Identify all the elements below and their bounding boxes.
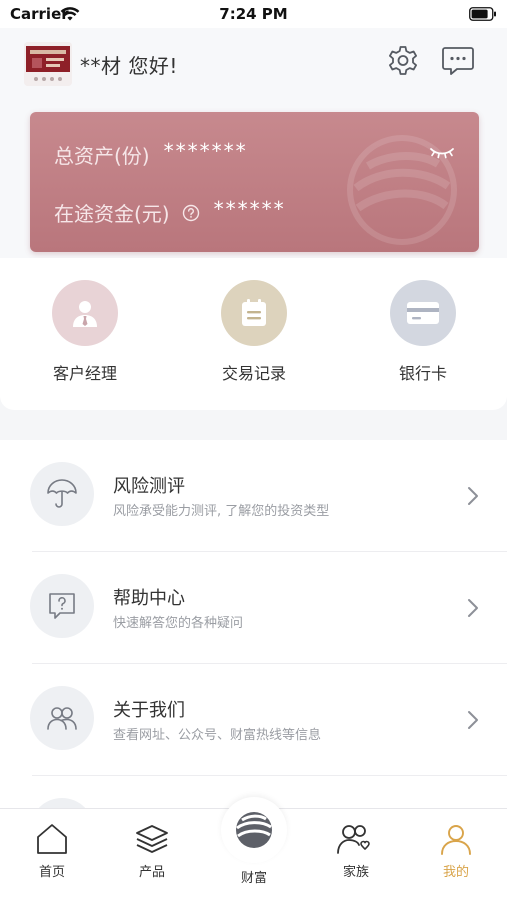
avatar[interactable] (24, 42, 72, 86)
bank-card-icon (390, 280, 456, 346)
in-transit-value: ****** (213, 196, 286, 221)
quick-action-label: 银行卡 (398, 364, 447, 383)
menu-subtitle: 快速解答您的各种疑问 (113, 616, 244, 631)
tab-bar: 首页 产品 财富 家族 我的 (0, 797, 507, 900)
menu-item-risk-assessment[interactable]: 风险测评 风险承受能力测评, 了解您的投资类型 (0, 440, 507, 552)
wealth-globe-icon (236, 812, 272, 848)
menu-title: 帮助中心 (113, 588, 185, 609)
settings-menu: 风险测评 风险承受能力测评, 了解您的投资类型 帮助中心 快速解答您的各种疑问 (0, 440, 507, 808)
tab-products[interactable]: 产品 (112, 823, 192, 880)
quick-actions: 客户经理 交易记录 银行卡 (0, 258, 507, 410)
calendar-icon (221, 280, 287, 346)
menu-item-help-center[interactable]: 帮助中心 快速解答您的各种疑问 (0, 552, 507, 664)
eye-closed-icon[interactable] (428, 144, 456, 160)
quick-action-transactions[interactable]: 交易记录 (194, 280, 314, 384)
quick-action-bank-card[interactable]: 银行卡 (363, 280, 483, 384)
chevron-right-icon (468, 599, 478, 617)
greeting-text: **材 您好! (80, 54, 178, 78)
clock: 7:24 PM (219, 5, 288, 23)
chevron-right-icon (468, 487, 478, 505)
tab-label: 我的 (442, 865, 469, 880)
account-manager-icon (52, 280, 118, 346)
tab-mine[interactable]: 我的 (416, 823, 496, 880)
menu-title: 风险测评 (113, 476, 185, 497)
asset-card[interactable]: 总资产(份) ******* 在途资金(元) ****** (30, 112, 479, 252)
message-icon[interactable] (441, 45, 475, 77)
layers-icon (136, 825, 168, 853)
status-bar: Carrier 7:24 PM (0, 0, 507, 28)
menu-subtitle: 风险承受能力测评, 了解您的投资类型 (113, 504, 330, 519)
tab-home[interactable]: 首页 (12, 823, 92, 880)
menu-title: 关于我们 (113, 700, 185, 721)
people-icon (30, 686, 94, 750)
quick-action-label: 客户经理 (52, 364, 117, 383)
family-icon (337, 825, 370, 854)
tab-family[interactable]: 家族 (316, 823, 396, 880)
menu-item-icon (30, 798, 94, 808)
menu-subtitle: 查看网址、公众号、财富热线等信息 (113, 728, 322, 743)
quick-action-account-manager[interactable]: 客户经理 (25, 280, 145, 384)
user-icon (441, 825, 471, 855)
total-assets-row: 总资产(份) ******* (54, 138, 248, 169)
chevron-right-icon (468, 711, 478, 729)
battery-icon (469, 7, 496, 21)
quick-action-label: 交易记录 (221, 364, 286, 383)
total-assets-value: ******* (163, 138, 248, 163)
tab-label: 家族 (342, 865, 369, 880)
home-icon (37, 824, 67, 854)
umbrella-icon (30, 462, 94, 526)
total-assets-label: 总资产(份) (54, 144, 150, 168)
help-chat-icon (30, 574, 94, 638)
avatar-image (24, 42, 72, 86)
menu-item-about-us[interactable]: 关于我们 查看网址、公众号、财富热线等信息 (0, 664, 507, 776)
in-transit-label: 在途资金(元) (54, 202, 170, 226)
tab-wealth-button[interactable] (221, 797, 287, 863)
tab-label: 产品 (138, 865, 165, 880)
question-circle-icon[interactable] (182, 204, 200, 222)
in-transit-row: 在途资金(元) ****** (54, 196, 286, 227)
tab-label: 财富 (240, 871, 267, 886)
tab-label: 首页 (38, 865, 65, 880)
gear-icon[interactable] (386, 44, 420, 78)
